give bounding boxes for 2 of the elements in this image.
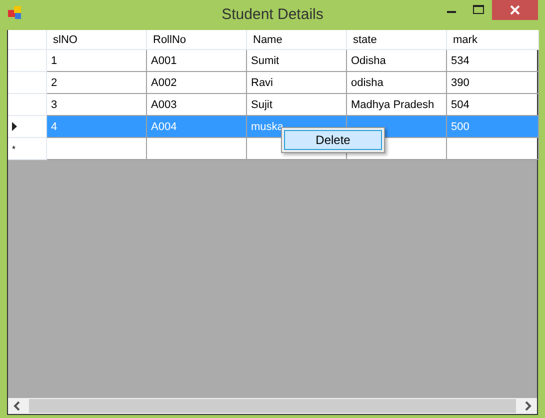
new-row-marker: * bbox=[8, 138, 47, 160]
window-title: Student Details bbox=[222, 6, 324, 23]
